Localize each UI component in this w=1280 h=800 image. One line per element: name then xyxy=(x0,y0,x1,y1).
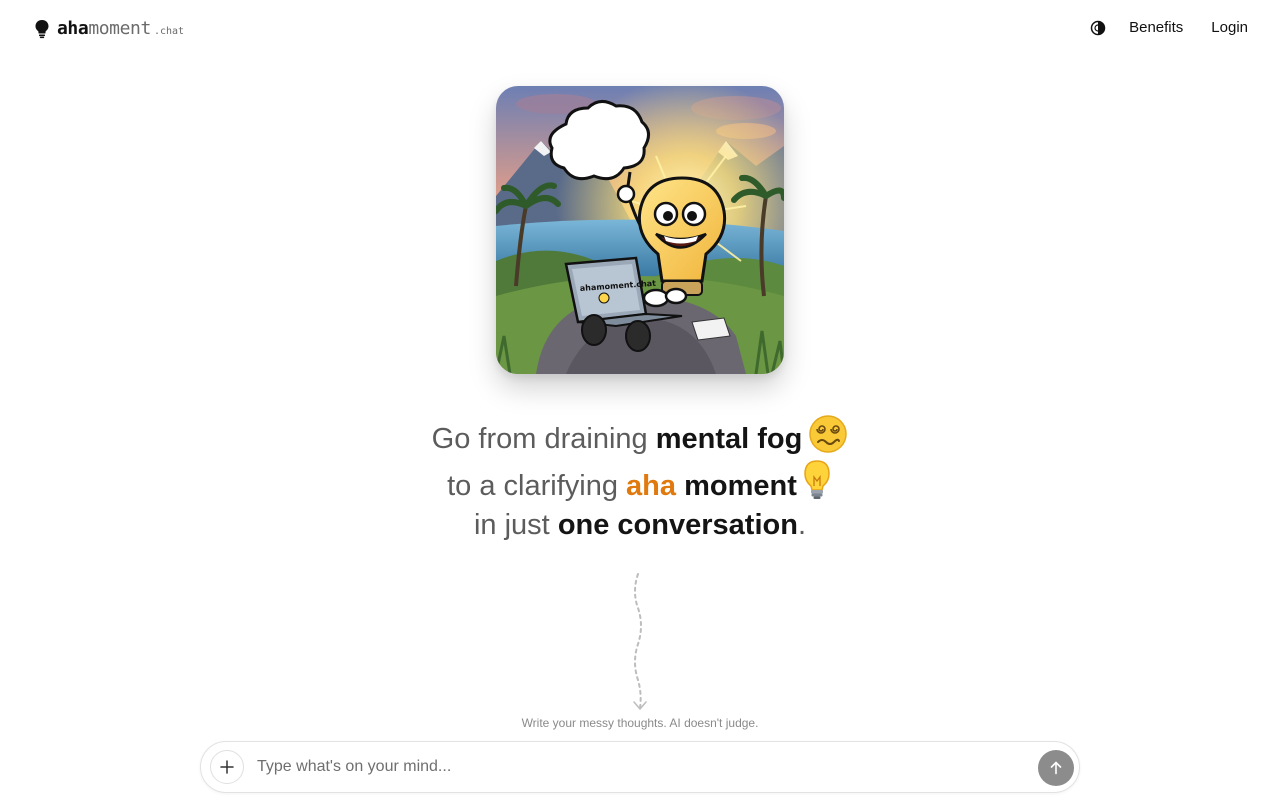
headline-line1-pre: Go from draining xyxy=(431,423,656,455)
message-input[interactable] xyxy=(257,754,1017,780)
lightbulb-character-illustration: ahamoment.chat xyxy=(496,86,784,374)
top-nav: Benefits Login xyxy=(1087,17,1248,39)
headline-mental-fog: mental fog xyxy=(655,423,803,455)
headline-line3-post: . xyxy=(797,509,806,541)
plus-icon xyxy=(220,760,234,774)
lightbulb-icon xyxy=(35,19,49,38)
chat-input-bar xyxy=(200,741,1080,793)
headline-moment: moment xyxy=(676,470,797,502)
headline-aha: aha xyxy=(626,470,677,502)
nav-login-link[interactable]: Login xyxy=(1211,17,1248,39)
arrow-up-icon xyxy=(1050,761,1062,775)
contrast-icon xyxy=(1090,20,1106,36)
headline-line-3: in just one conversation. xyxy=(340,506,940,545)
nav-benefits-link[interactable]: Benefits xyxy=(1129,17,1183,39)
logo-aha: aha xyxy=(57,18,89,39)
send-button[interactable] xyxy=(1038,750,1074,786)
hero-headline: Go from draining mental fog to a clarify… xyxy=(340,414,940,545)
light-bulb-emoji-icon xyxy=(804,460,830,499)
headline-line3-pre: in just xyxy=(473,509,558,541)
hero-illustration: ahamoment.chat xyxy=(496,86,784,374)
dashed-arrow-down-icon xyxy=(633,573,647,711)
theme-toggle-button[interactable] xyxy=(1087,17,1109,39)
headline-line-2: to a clarifying aha moment xyxy=(340,459,940,506)
logo-moment: moment xyxy=(88,18,151,39)
logo-wordmark: ahamoment xyxy=(57,18,151,39)
headline-line-1: Go from draining mental fog xyxy=(340,414,940,459)
dizzy-face-emoji-icon xyxy=(809,415,848,453)
headline-one-conversation: one conversation xyxy=(557,509,798,541)
logo-tld: .chat xyxy=(153,26,185,37)
input-hint-text: Write your messy thoughts. AI doesn't ju… xyxy=(521,716,759,730)
headline-line2-pre: to a clarifying xyxy=(447,470,627,502)
site-logo[interactable]: ahamoment .chat xyxy=(34,18,184,39)
add-attachment-button[interactable] xyxy=(210,750,244,784)
